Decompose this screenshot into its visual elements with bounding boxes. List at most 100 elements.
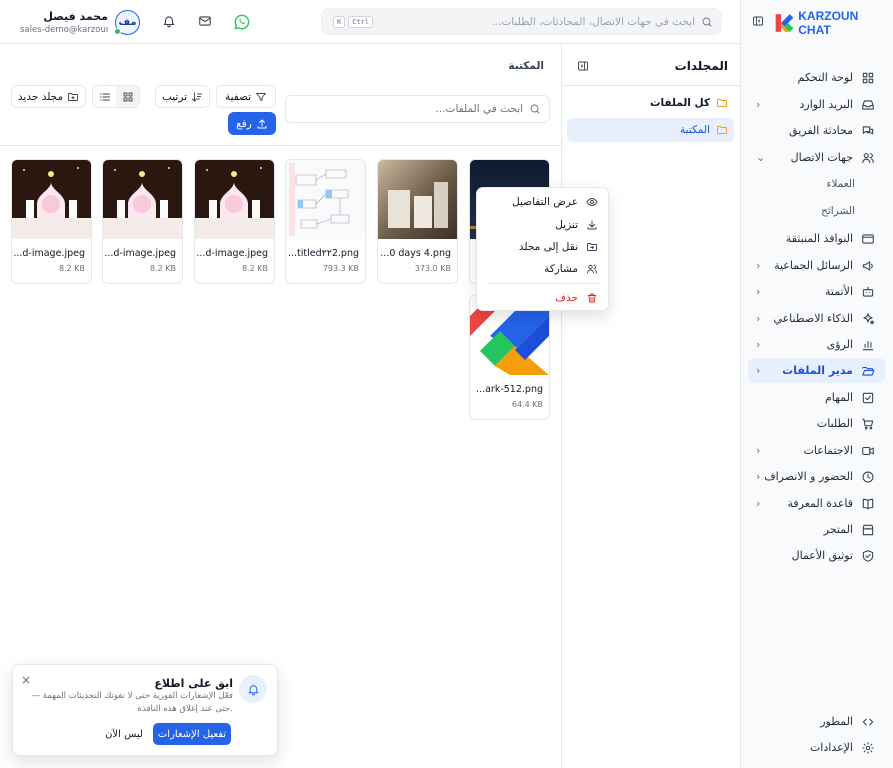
karzoun-logo-icon (775, 14, 794, 32)
sidebar-item-settings[interactable]: الإعدادات (748, 735, 885, 760)
file-thumbnail-eid (103, 160, 182, 239)
eid-greeting-image (12, 160, 91, 239)
sidebar-item-store[interactable]: المتجر (748, 517, 885, 542)
whatsapp-icon (234, 14, 250, 30)
folder-library[interactable]: المكتبة (567, 118, 734, 142)
brand-logo[interactable]: KARZOUN CHAT (773, 9, 883, 37)
sidebar-subitem-segments[interactable]: الشرائح (748, 205, 855, 227)
menu-item-label: مشاركة (544, 263, 578, 275)
menu-item-view-details[interactable]: عرض التفاصيل (477, 191, 610, 213)
sidebar-item-bot[interactable]: الأتمتة ‹ (748, 279, 885, 304)
sidebar-collapse-button[interactable] (752, 15, 764, 27)
new-folder-label: مجلد جديد (17, 90, 64, 103)
sort-button[interactable]: ترتيب (155, 85, 210, 108)
folder-label: كل الملفات (649, 97, 710, 109)
chevron-left-icon: ‹ (756, 312, 761, 325)
file-size: 8.2 KB (242, 264, 268, 273)
chart-icon (862, 340, 874, 350)
folder-all-files[interactable]: كل الملفات (567, 91, 734, 115)
sidebar-item-task[interactable]: المهام (748, 385, 885, 410)
folder-label: المكتبة (680, 124, 710, 136)
sidebar-item-chart[interactable]: الرؤى ‹ (748, 332, 885, 357)
sidebar-item-cart[interactable]: الطلبات (748, 411, 885, 436)
sidebar-item-folder-open[interactable]: مدير الملفات ‹ (748, 358, 885, 383)
upload-button[interactable]: رفع (228, 112, 276, 135)
enable-notifications-button[interactable]: تفعيل الإشعارات (153, 723, 231, 745)
notifications-button[interactable] (162, 14, 176, 28)
menu-item-share[interactable]: مشاركة (477, 258, 610, 280)
sidebar-subitem-customers[interactable]: العملاء (748, 178, 855, 200)
sidebar-item-book[interactable]: قاعدة المعرفة ‹ (748, 491, 885, 516)
view-toggle[interactable] (92, 85, 140, 108)
menu-item-move-to-folder[interactable]: نقل إلى مجلد (477, 236, 610, 258)
file-card[interactable]: ...ark-512.png 64.4 KB (469, 295, 550, 420)
sidebar-item-video[interactable]: الاجتماعات ‹ (748, 438, 885, 463)
menu-item-delete[interactable]: حذف (477, 287, 610, 309)
sidebar-item-code[interactable]: المطور (748, 709, 885, 734)
diagram-image (289, 163, 350, 236)
bot-icon (862, 286, 874, 297)
sidebar-item-label: المتجر (823, 523, 853, 536)
file-thumbnail-diagram (286, 160, 365, 239)
sidebar-item-label: قاعدة المعرفة (787, 497, 853, 510)
sidebar-item-broadcast[interactable]: الرسائل الجماعية ‹ (748, 253, 885, 278)
task-icon (862, 392, 874, 403)
sidebar-item-popup[interactable]: النوافذ المنبثقة (748, 226, 885, 251)
file-name: ...d-image.jpeg (104, 248, 176, 259)
user-name: محمد فيصل (43, 10, 108, 23)
sidebar-item-contacts[interactable]: جهات الاتصال ⌄ (748, 145, 885, 170)
chevron-left-icon: ‹ (756, 444, 761, 457)
mail-button[interactable] (198, 14, 212, 28)
sidebar-item-label: الاجتماعات (803, 444, 853, 457)
file-name: ...0 days 4.png (380, 248, 451, 259)
whatsapp-button[interactable] (234, 14, 250, 30)
sort-label: ترتيب (161, 90, 188, 103)
menu-item-download[interactable]: تنزيل (477, 214, 610, 236)
brand-name: KARZOUN CHAT (798, 9, 859, 37)
sidebar-item-dashboard[interactable]: لوحة التحكم (748, 65, 885, 90)
sidebar-item-label: المهام (825, 391, 853, 404)
filter-button[interactable]: تصفية (216, 85, 276, 108)
sidebar-item-inbox[interactable]: البريد الوارد ‹ (748, 92, 885, 117)
file-context-menu: عرض التفاصيل تنزيل نقل إلى مجلد مشاركة ح… (476, 187, 609, 311)
sidebar-item-clock[interactable]: الحضور و الانصراف ‹ (748, 464, 885, 489)
file-name: ...d-image.jpeg (13, 248, 85, 259)
bell-icon (163, 16, 175, 28)
sidebar-item-label: محادثة الفريق (789, 124, 853, 137)
list-view-button[interactable] (93, 86, 116, 107)
new-folder-button[interactable]: مجلد جديد (11, 85, 86, 108)
file-thumbnail-eid (195, 160, 274, 239)
grid-view-button[interactable] (116, 86, 139, 107)
chevron-down-icon: ⌄ (756, 151, 766, 164)
toolbar-divider (0, 145, 561, 146)
download-icon (587, 220, 597, 230)
menu-item-label: تنزيل (555, 219, 578, 231)
folders-title: المجلدات (674, 59, 728, 73)
video-icon (862, 446, 874, 455)
folder-icon (717, 126, 727, 134)
chevron-left-icon: ‹ (756, 497, 761, 510)
grid-icon (123, 92, 132, 101)
file-search-input[interactable]: ابحث في الملفات... (285, 95, 550, 123)
code-icon (862, 718, 874, 725)
global-search-input[interactable]: ابحث في جهات الاتصال، المحادثات، الطلبات… (321, 8, 722, 35)
contacts-icon (862, 152, 874, 163)
popup-icon (862, 233, 874, 244)
not-now-button[interactable]: ليس الآن (100, 723, 148, 745)
file-card[interactable]: ...titled٢٢2.png 793.3 KB (285, 159, 366, 284)
sidebar-item-team-chat[interactable]: محادثة الفريق (748, 118, 885, 143)
sidebar-item-shield-check[interactable]: توثيق الأعمال (748, 543, 885, 568)
sidebar-item-label: جهات الاتصال (790, 151, 853, 164)
folders-panel-toggle-button[interactable] (577, 60, 589, 72)
toast-close-button[interactable]: × (21, 673, 31, 687)
file-thumbnail-eid (12, 160, 91, 239)
file-card[interactable]: ...d-image.jpeg 8.2 KB (102, 159, 183, 284)
file-card[interactable]: ...d-image.jpeg 8.2 KB (194, 159, 275, 284)
menu-item-label: حذف (555, 292, 578, 304)
file-card[interactable]: ...d-image.jpeg 8.2 KB (11, 159, 92, 284)
clock-icon (862, 471, 874, 482)
global-search-placeholder: ابحث في جهات الاتصال، المحادثات، الطلبات… (491, 15, 695, 28)
file-card[interactable]: ...0 days 4.png 373.0 KB (377, 159, 458, 284)
sidebar-item-sparkles[interactable]: الذكاء الاصطناعي ‹ (748, 306, 885, 331)
team-chat-icon (862, 125, 874, 134)
